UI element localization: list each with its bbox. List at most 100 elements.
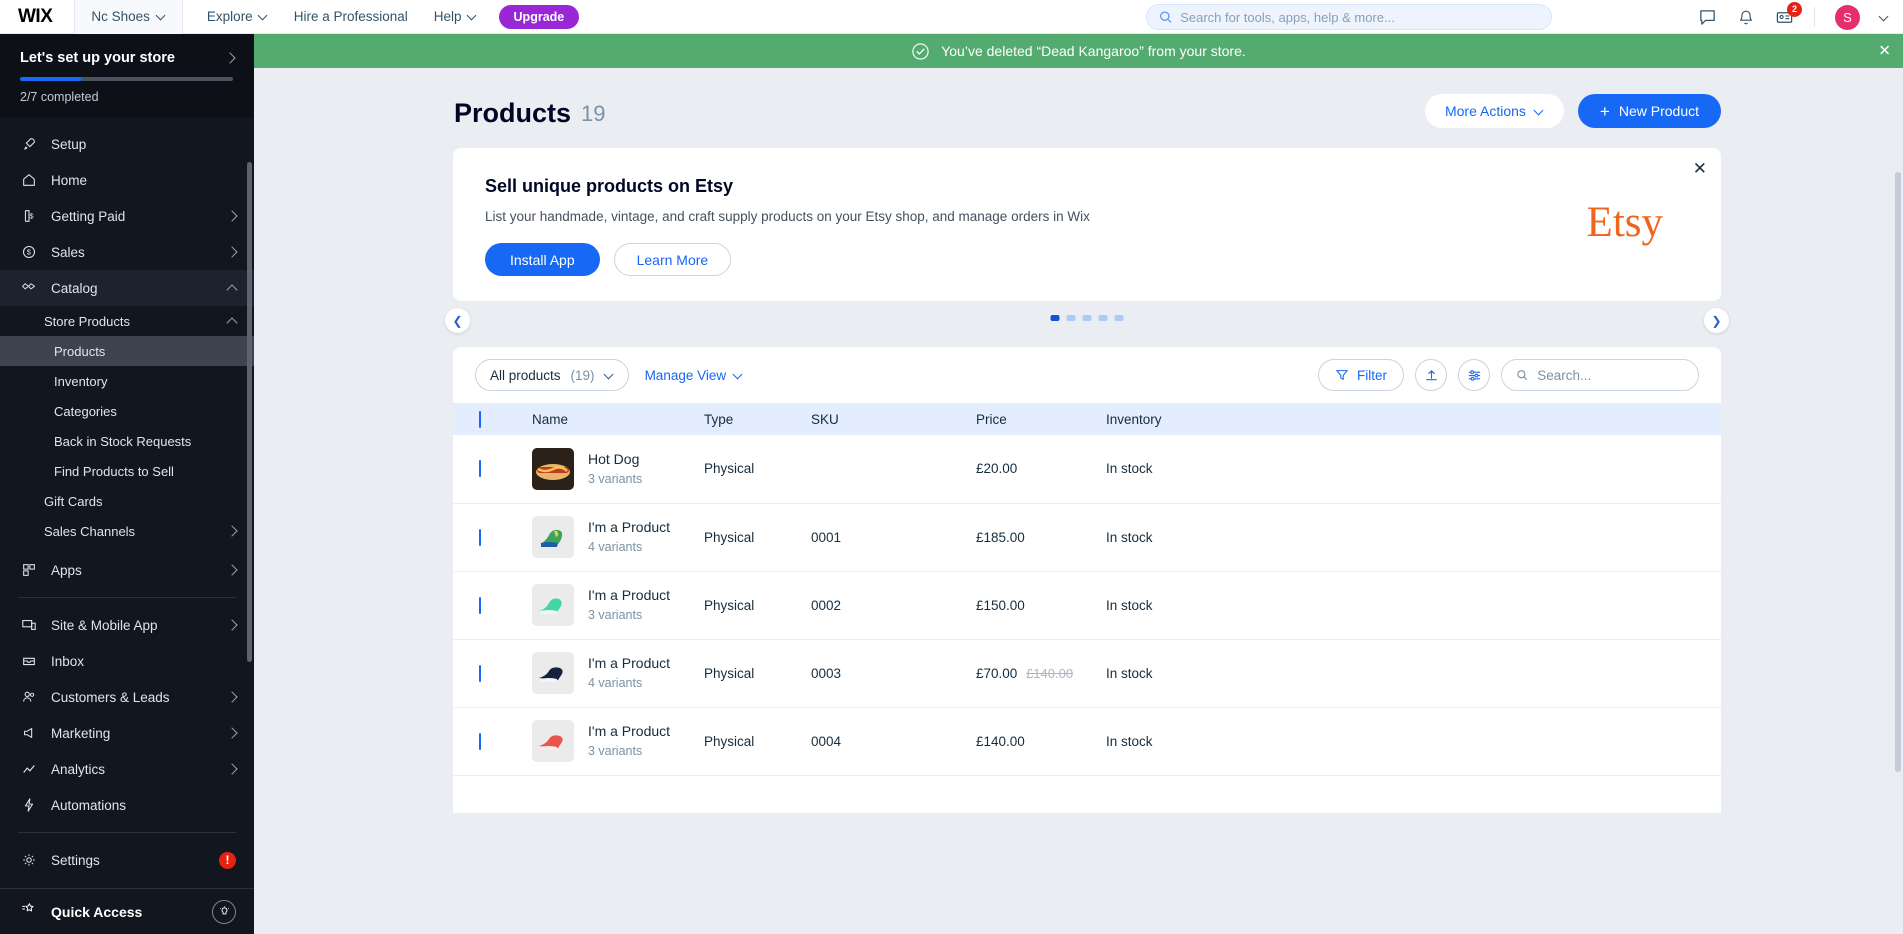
site-selector[interactable]: Nc Shoes: [74, 0, 183, 34]
row-type-cell: Physical: [704, 665, 755, 681]
learn-more-button[interactable]: Learn More: [613, 243, 732, 276]
sidebar-item-apps[interactable]: Apps: [0, 552, 254, 588]
row-name-cell: Hot Dog 3 variants: [532, 435, 704, 503]
sidebar-item-automations[interactable]: Automations: [0, 787, 254, 823]
chevron-down-icon: [1535, 107, 1544, 116]
quick-access-toggle[interactable]: [212, 899, 236, 924]
product-variants: 3 variants: [588, 743, 643, 758]
select-all-checkbox[interactable]: [479, 410, 481, 428]
table-row[interactable]: I'm a Product 4 variants Physical 0003 £…: [453, 639, 1721, 707]
product-filter-select[interactable]: All products (19): [475, 359, 629, 391]
sidebar-item-apps-label: Apps: [51, 562, 82, 578]
filter-button[interactable]: Filter: [1318, 359, 1404, 391]
sidebar-item-find-products-to-sell[interactable]: Find Products to Sell: [0, 456, 254, 486]
main-scrollbar[interactable]: [1895, 172, 1901, 772]
svg-text:$: $: [29, 213, 33, 221]
sidebar-item-marketing[interactable]: Marketing: [0, 715, 254, 751]
account-chevron-down-icon[interactable]: [1880, 13, 1889, 22]
sidebar-item-site-mobile-app[interactable]: Site & Mobile App: [0, 607, 254, 643]
manage-view-button[interactable]: Manage View: [645, 368, 744, 383]
row-checkbox[interactable]: [479, 596, 481, 614]
carousel-dot-3[interactable]: [1082, 315, 1092, 321]
global-search[interactable]: [1146, 4, 1552, 30]
sidebar-item-store-products[interactable]: Store Products: [0, 306, 254, 336]
setup-progress-panel[interactable]: Let's set up your store 2/7 completed: [0, 34, 254, 118]
wix-logo[interactable]: WIX: [18, 6, 53, 28]
sidebar-item-products[interactable]: Products: [0, 336, 254, 366]
nav-hire-professional[interactable]: Hire a Professional: [294, 9, 408, 24]
row-price-cell: £140.00: [976, 707, 1106, 775]
column-header-type[interactable]: Type: [704, 403, 811, 435]
column-settings-button[interactable]: [1458, 359, 1490, 391]
setup-title: Let's set up your store: [20, 50, 175, 66]
sidebar-item-home-label: Home: [51, 172, 88, 188]
chevron-right-icon: [226, 525, 238, 537]
filter-label: Filter: [1357, 367, 1387, 383]
sidebar-item-inbox[interactable]: Inbox: [0, 643, 254, 679]
sidebar-item-sales-channels-label: Sales Channels: [44, 523, 136, 539]
chart-icon: [20, 761, 37, 777]
gear-icon: [20, 852, 37, 868]
contact-card-icon[interactable]: 2: [1775, 1, 1802, 27]
sidebar-item-customers-leads[interactable]: Customers & Leads: [0, 679, 254, 715]
more-actions-button[interactable]: More Actions: [1424, 94, 1564, 128]
carousel-prev-button[interactable]: ❮: [445, 308, 470, 333]
sidebar-item-home[interactable]: Home: [0, 162, 254, 198]
products-search[interactable]: [1501, 359, 1699, 391]
sidebar-item-categories[interactable]: Categories: [0, 396, 254, 426]
sidebar-item-getting-paid[interactable]: $ Getting Paid: [0, 198, 254, 234]
etsy-promo-card: Sell unique products on Etsy List your h…: [453, 148, 1721, 301]
sidebar-item-inventory[interactable]: Inventory: [0, 366, 254, 396]
export-button[interactable]: [1415, 359, 1447, 391]
sidebar-item-catalog[interactable]: Catalog: [0, 270, 254, 306]
new-product-button[interactable]: + New Product: [1577, 94, 1721, 128]
sidebar-item-sales-label: Sales: [51, 244, 85, 260]
quick-access-bar[interactable]: Quick Access: [0, 888, 254, 934]
sidebar-item-automations-label: Automations: [51, 797, 127, 813]
carousel-dot-5[interactable]: [1114, 315, 1124, 321]
global-search-input[interactable]: [1180, 9, 1539, 25]
table-row[interactable]: I'm a Product 3 variants Physical 0004 £…: [453, 707, 1721, 775]
product-thumbnail: [532, 584, 574, 626]
sidebar-item-setup[interactable]: Setup: [0, 126, 254, 162]
sidebar-item-back-in-stock-requests[interactable]: Back in Stock Requests: [0, 426, 254, 456]
promo-close-button[interactable]: ✕: [1693, 160, 1707, 177]
sidebar-item-inventory-label: Inventory: [54, 373, 108, 389]
table-row[interactable]: I'm a Product 4 variants Physical 0001 £…: [453, 503, 1721, 571]
chat-icon[interactable]: [1698, 8, 1717, 27]
bell-icon[interactable]: [1737, 8, 1755, 27]
sidebar-scrollbar[interactable]: [247, 162, 252, 662]
nav-help[interactable]: Help: [434, 9, 477, 24]
column-header-price[interactable]: Price: [976, 403, 1106, 435]
sidebar-item-settings[interactable]: Settings !: [0, 842, 254, 878]
carousel-dot-4[interactable]: [1098, 315, 1108, 321]
sidebar-item-gift-cards[interactable]: Gift Cards: [0, 486, 254, 516]
page-product-count: 19: [581, 100, 606, 126]
plus-icon: +: [1599, 101, 1610, 121]
install-app-button[interactable]: Install App: [485, 243, 600, 276]
banner-close-button[interactable]: ✕: [1878, 44, 1891, 59]
row-checkbox[interactable]: [479, 460, 481, 478]
products-search-input[interactable]: [1537, 367, 1684, 383]
chevron-down-icon: [259, 12, 268, 21]
product-price-original: £140.00: [1026, 665, 1074, 681]
nav-explore[interactable]: Explore: [207, 9, 268, 24]
upgrade-button[interactable]: Upgrade: [498, 4, 580, 29]
row-checkbox[interactable]: [479, 528, 481, 546]
column-header-sku[interactable]: SKU: [811, 403, 976, 435]
row-checkbox[interactable]: [479, 664, 481, 682]
row-checkbox[interactable]: [479, 732, 481, 750]
toolbar-right-controls: Filter: [1318, 359, 1699, 391]
table-row[interactable]: Hot Dog 3 variants Physical £20.00 In st…: [453, 435, 1721, 503]
row-sku-cell: 0001: [811, 529, 842, 545]
carousel-dot-2[interactable]: [1066, 315, 1076, 321]
sidebar-item-sales-channels[interactable]: Sales Channels: [0, 516, 254, 546]
column-header-name[interactable]: Name: [532, 403, 704, 435]
sidebar-item-sales[interactable]: $ Sales: [0, 234, 254, 270]
sidebar-item-analytics[interactable]: Analytics: [0, 751, 254, 787]
column-header-inventory[interactable]: Inventory: [1106, 403, 1721, 435]
carousel-dot-1[interactable]: [1050, 315, 1060, 321]
table-row[interactable]: I'm a Product 3 variants Physical 0002 £…: [453, 571, 1721, 639]
avatar[interactable]: S: [1835, 4, 1860, 30]
carousel-next-button[interactable]: ❯: [1704, 308, 1729, 333]
